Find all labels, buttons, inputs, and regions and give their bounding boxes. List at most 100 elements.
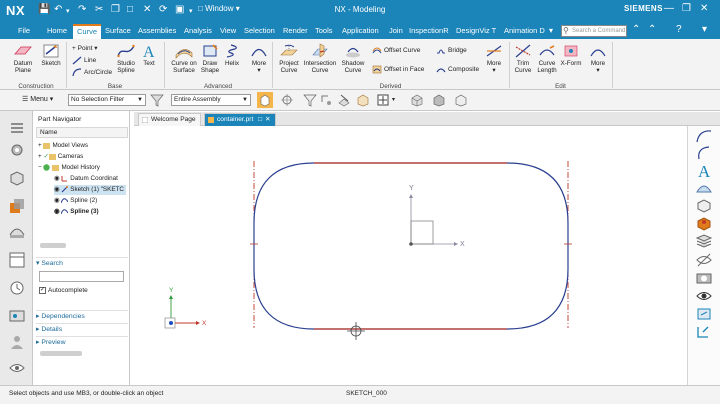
more-advanced-button[interactable]: More ▾ (246, 43, 272, 74)
web-browser-icon[interactable] (8, 251, 26, 269)
tab-view[interactable]: View (216, 24, 240, 39)
datum-plane-button[interactable]: Datum Plane (6, 43, 40, 74)
layer-icon[interactable] (695, 234, 713, 250)
search-section[interactable]: ▾ Search (36, 257, 128, 268)
tree-item-datum-coordinate[interactable]: ◉ Datum Coordinat (54, 174, 118, 184)
ribbon-more-tabs-icon[interactable]: ▾ (549, 26, 553, 35)
selection-scope-dropdown[interactable]: Entire Assembly ▼ (171, 94, 251, 106)
undo-dropdown-icon[interactable]: ▾ (66, 7, 70, 15)
tree-item-model-views[interactable]: + Model Views (38, 141, 88, 151)
autocomplete-checkbox[interactable]: ✓ Autocomplete (39, 287, 88, 294)
tree-item-spline-3[interactable]: ◉ Spline (3) (54, 207, 99, 217)
details-section[interactable]: ▸ Details (36, 323, 128, 334)
visible-eye-icon[interactable]: ◉ (54, 197, 60, 204)
shaded-view-icon[interactable] (432, 93, 446, 107)
arc-icon[interactable] (695, 145, 713, 161)
helix-button[interactable]: Helix (222, 43, 242, 67)
composite-button[interactable]: Composite (436, 65, 479, 74)
help-icon[interactable]: ? (676, 24, 682, 35)
reuse-library-icon[interactable] (8, 223, 26, 241)
tab-designviz[interactable]: DesignViz T (452, 24, 500, 39)
curve-icon[interactable] (695, 128, 713, 144)
show-icon[interactable] (695, 288, 713, 304)
redo-icon[interactable]: ↷ (78, 4, 86, 15)
curve-on-surface-button[interactable]: Curve on Surface (168, 43, 200, 74)
graphics-window[interactable]: X Y Y X (134, 126, 687, 385)
text-button[interactable]: A Text (139, 43, 159, 67)
view-cube-icon[interactable] (410, 93, 424, 107)
roles-icon[interactable] (8, 333, 26, 351)
undo-icon[interactable]: ↶ (54, 4, 62, 15)
text-icon[interactable]: A (695, 162, 713, 178)
window-menu[interactable]: □ Window ▾ (198, 4, 240, 13)
line-button[interactable]: Line (72, 56, 96, 65)
move-icon[interactable] (695, 324, 713, 340)
collapse-ribbon-icon[interactable]: ⌃ (648, 24, 656, 35)
horizontal-scrollbar[interactable] (40, 351, 82, 356)
preview-section[interactable]: ▸ Preview (36, 336, 128, 347)
tree-item-cameras[interactable]: + ✓ Cameras (38, 152, 83, 162)
camera-view-icon[interactable] (695, 270, 713, 286)
tab-render[interactable]: Render (279, 24, 312, 39)
filter-icon[interactable] (150, 93, 164, 107)
x-form-button[interactable]: X-Form (559, 43, 583, 67)
curve-length-button[interactable]: Curve Length (535, 43, 559, 74)
select-face-icon[interactable] (337, 93, 351, 107)
repeat-command-icon[interactable]: ⟳ (159, 4, 167, 15)
tab-surface[interactable]: Surface (101, 24, 135, 39)
more-edit-button[interactable]: More ▾ (586, 43, 610, 74)
filter-funnel-icon[interactable] (303, 93, 317, 107)
part-navigator-icon[interactable] (8, 141, 26, 159)
cut-icon[interactable]: ✂ (95, 4, 103, 15)
constraint-navigator-icon[interactable] (8, 197, 26, 215)
visible-eye-icon[interactable]: ◉ (54, 208, 60, 215)
studio-spline-button[interactable]: Studio Spline (113, 43, 139, 74)
view-triad[interactable]: Y X (164, 287, 207, 329)
point-button[interactable]: + Point ▾ (72, 44, 98, 52)
navigator-search-input[interactable] (39, 271, 124, 282)
shadow-curve-button[interactable]: Shadow Curve (338, 43, 368, 74)
customize-dropdown-icon[interactable]: ▾ (189, 7, 193, 15)
bridge-button[interactable]: Bridge (436, 46, 467, 55)
wireframe-view-icon[interactable] (454, 93, 468, 107)
system-materials-icon[interactable] (8, 307, 26, 325)
pin-icon[interactable]: □ (258, 116, 262, 123)
select-component-icon[interactable] (319, 93, 333, 107)
tab-selection[interactable]: Selection (240, 24, 279, 39)
offset-in-face-button[interactable]: Offset in Face (372, 65, 424, 74)
feature-icon[interactable] (695, 216, 713, 232)
tree-item-model-history[interactable]: − Model History (38, 163, 100, 173)
history-icon[interactable] (8, 279, 26, 297)
sketch-canvas[interactable]: X Y Y X (134, 126, 687, 385)
intersection-curve-button[interactable]: Intersection Curve (302, 43, 338, 74)
snap-point-icon[interactable] (280, 93, 294, 107)
tab-tools[interactable]: Tools (311, 24, 337, 39)
paste-icon[interactable]: □ (127, 4, 133, 15)
tab-join[interactable]: Join (385, 24, 407, 39)
tab-animation[interactable]: Animation D (500, 24, 549, 39)
save-icon[interactable]: 💾 (38, 4, 50, 15)
name-column-header[interactable]: Name (36, 127, 128, 138)
draw-shape-button[interactable]: Draw Shape (198, 43, 222, 74)
project-curve-button[interactable]: Project Curve (276, 43, 302, 74)
selection-filter-dropdown[interactable]: No Selection Filter ▼ (68, 94, 146, 106)
close-tab-icon[interactable]: ✕ (265, 116, 271, 123)
menu-button[interactable]: ☰ Menu ▾ (22, 95, 53, 103)
offset-curve-button[interactable]: Offset Curve (372, 46, 420, 55)
orient-view-icon[interactable] (695, 306, 713, 322)
extrude-icon[interactable] (695, 198, 713, 214)
copy-icon[interactable]: ❐ (111, 4, 120, 15)
tab-assemblies[interactable]: Assemblies (134, 24, 180, 39)
tab-analysis[interactable]: Analysis (180, 24, 216, 39)
close-icon[interactable]: ✕ (700, 3, 708, 14)
tab-file[interactable]: File (14, 24, 34, 39)
quick-pick-icon[interactable] (376, 93, 390, 107)
delete-icon[interactable]: ✕ (143, 4, 151, 15)
tab-home[interactable]: Home (43, 24, 71, 39)
arc-circle-button[interactable]: Arc/Circle (72, 68, 112, 77)
dependencies-section[interactable]: ▸ Dependencies (36, 310, 128, 321)
chevron-down-icon[interactable]: ▾ (392, 96, 395, 103)
sketch-button[interactable]: Sketch (38, 43, 64, 67)
touch-mode-icon[interactable]: ▣ (175, 4, 184, 15)
select-features-icon[interactable] (257, 92, 273, 108)
